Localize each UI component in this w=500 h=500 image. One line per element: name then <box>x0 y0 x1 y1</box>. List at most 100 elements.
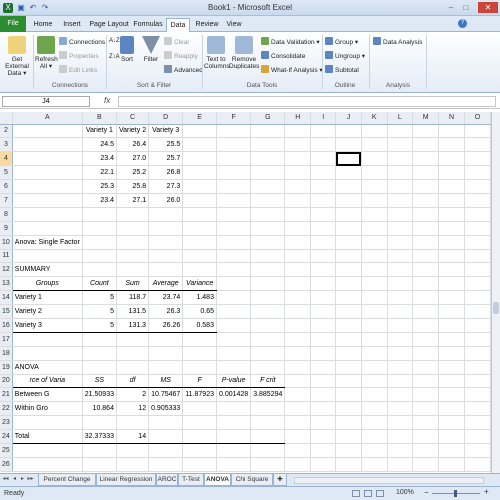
cell[interactable] <box>182 401 217 417</box>
row-header[interactable]: 2 <box>0 124 13 139</box>
cell[interactable] <box>216 207 252 222</box>
insert-sheet-icon[interactable]: ✚ <box>273 474 287 486</box>
cell[interactable] <box>148 457 184 472</box>
cell[interactable]: Variety 3 <box>12 318 83 333</box>
cell[interactable]: Variety 2 <box>116 124 150 139</box>
cell[interactable]: rce of Varia <box>12 373 83 389</box>
cell[interactable] <box>250 262 286 278</box>
row-header[interactable]: 24 <box>0 429 13 444</box>
help-icon[interactable]: ? <box>458 19 467 28</box>
cell[interactable]: Variety 3 <box>148 124 184 139</box>
minimize-button[interactable]: – <box>444 2 458 13</box>
cell[interactable]: Anova: Single Factor <box>12 235 83 250</box>
cell[interactable] <box>310 332 337 347</box>
refresh-all-button[interactable]: Refresh All ▾ <box>35 36 58 70</box>
cell[interactable] <box>438 124 465 139</box>
cell[interactable]: 131.3 <box>116 318 150 333</box>
cell[interactable]: Total <box>12 429 83 444</box>
cell[interactable] <box>464 137 491 153</box>
clear-button[interactable]: Clear <box>164 37 190 47</box>
cell[interactable] <box>182 137 217 153</box>
cell[interactable] <box>361 290 388 306</box>
cell[interactable] <box>250 207 286 222</box>
cell[interactable] <box>438 304 465 319</box>
cell[interactable] <box>412 332 440 347</box>
cell[interactable] <box>116 457 150 472</box>
cell[interactable] <box>148 235 184 250</box>
cell[interactable] <box>412 193 440 208</box>
zoom-out-icon[interactable]: − <box>424 488 429 497</box>
sort-za-button[interactable]: Z↓A <box>109 54 120 61</box>
cell[interactable] <box>12 221 83 236</box>
cell[interactable] <box>387 457 414 472</box>
cell[interactable]: 27.1 <box>116 193 150 208</box>
cell[interactable] <box>412 124 440 139</box>
cell[interactable]: 1.483 <box>182 290 217 306</box>
cell[interactable] <box>464 165 491 181</box>
cell[interactable] <box>464 290 491 306</box>
cell[interactable] <box>361 262 388 278</box>
zoom-in-icon[interactable]: + <box>484 487 489 496</box>
cell[interactable]: 5 <box>82 304 117 319</box>
cell[interactable] <box>284 401 312 417</box>
cell[interactable]: 27.0 <box>116 151 150 167</box>
cell[interactable]: SUMMARY <box>12 262 83 278</box>
column-header-i[interactable]: I <box>310 112 337 125</box>
row-header[interactable]: 4 <box>0 151 13 167</box>
cell[interactable] <box>182 346 217 361</box>
cell[interactable] <box>148 207 184 222</box>
cell[interactable] <box>361 207 388 222</box>
cell[interactable]: 10.75467 <box>148 387 184 403</box>
cell[interactable] <box>182 262 217 278</box>
cell[interactable] <box>464 429 491 444</box>
cell[interactable] <box>310 137 337 153</box>
cell[interactable] <box>361 415 388 431</box>
cell[interactable] <box>361 137 388 153</box>
cell[interactable] <box>438 235 465 250</box>
cell[interactable] <box>116 249 150 264</box>
cell[interactable] <box>387 429 414 444</box>
column-header-c[interactable]: C <box>116 112 150 125</box>
cell[interactable] <box>412 207 440 222</box>
cell[interactable] <box>216 443 252 458</box>
row-header[interactable]: 18 <box>0 346 13 361</box>
cell[interactable] <box>464 262 491 278</box>
cell[interactable] <box>182 457 217 472</box>
column-header-a[interactable]: A <box>12 112 83 125</box>
cell[interactable] <box>438 374 465 389</box>
cell[interactable] <box>335 249 362 264</box>
name-box[interactable]: J4 <box>2 96 90 107</box>
cell[interactable] <box>284 290 312 306</box>
cell[interactable] <box>310 249 337 264</box>
cell[interactable]: 25.8 <box>116 179 150 194</box>
reapply-button[interactable]: Reapply <box>164 51 198 61</box>
cell[interactable] <box>310 429 337 444</box>
ungroup-button[interactable]: Ungroup ▾ <box>325 51 365 61</box>
cell[interactable] <box>284 318 312 333</box>
cell[interactable] <box>361 374 388 389</box>
cell[interactable]: 32.37333 <box>82 429 117 444</box>
cell[interactable] <box>284 193 312 208</box>
cell[interactable] <box>310 262 337 278</box>
row-header[interactable]: 11 <box>0 249 13 264</box>
cell[interactable]: 118.7 <box>116 290 150 306</box>
data-validation-button[interactable]: Data Validation ▾ <box>261 37 320 47</box>
cell[interactable] <box>464 318 491 333</box>
cell[interactable] <box>387 374 414 389</box>
cell[interactable] <box>361 457 388 472</box>
tab-data[interactable]: Data <box>166 18 190 32</box>
cell[interactable] <box>148 249 184 264</box>
cell[interactable] <box>250 221 286 236</box>
cell[interactable] <box>361 193 388 208</box>
cell[interactable]: 26.26 <box>148 318 184 333</box>
cell[interactable] <box>250 124 286 139</box>
cell[interactable]: df <box>116 373 150 389</box>
cell[interactable] <box>412 276 440 292</box>
row-header[interactable]: 7 <box>0 193 13 208</box>
cell[interactable] <box>335 276 362 292</box>
cell[interactable] <box>335 124 362 139</box>
cell[interactable]: 5 <box>82 318 117 333</box>
cell[interactable] <box>250 290 286 306</box>
cell[interactable] <box>284 207 312 222</box>
cell[interactable] <box>216 304 252 319</box>
